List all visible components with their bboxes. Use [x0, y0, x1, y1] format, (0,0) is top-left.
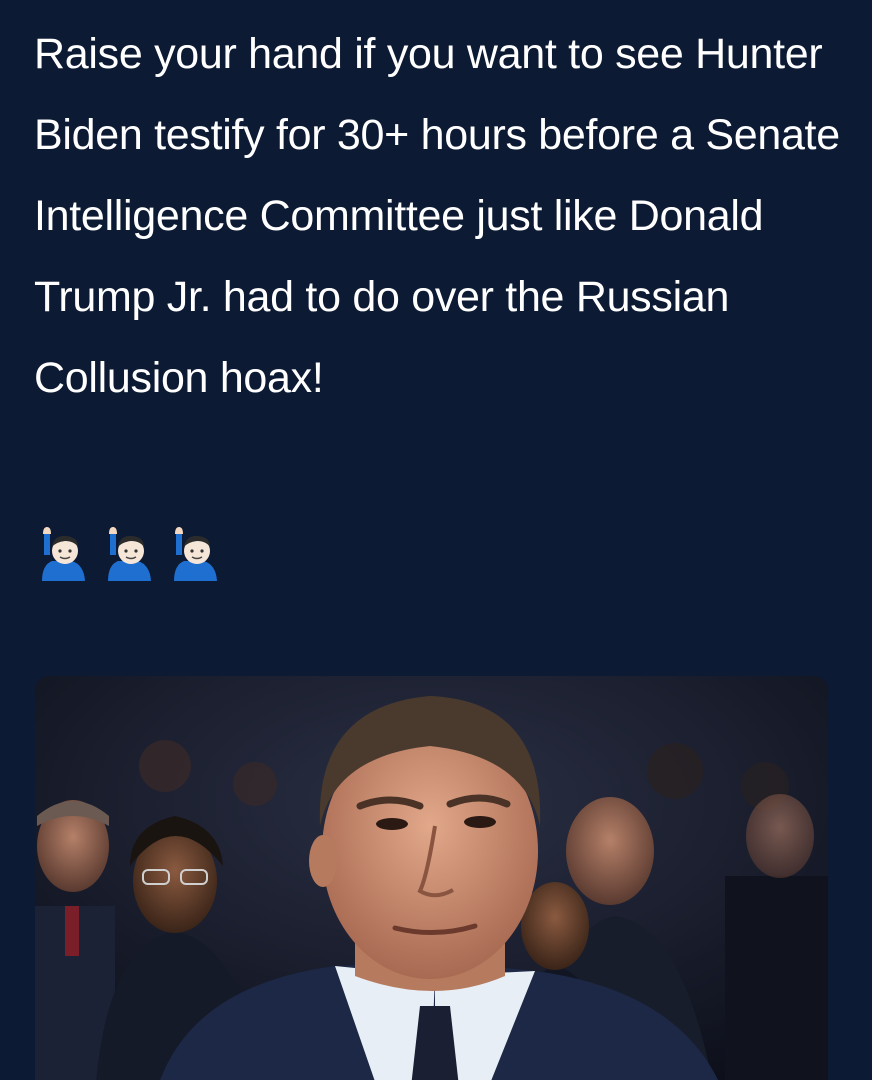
- photo-illustration: [35, 676, 828, 1080]
- person-raising-hand-icon: [174, 527, 217, 581]
- attached-photo[interactable]: [35, 676, 828, 1080]
- emoji-row: [38, 525, 222, 587]
- tweet-text: Raise your hand if you want to see Hunte…: [34, 30, 840, 402]
- person-raising-hand-icon: [42, 527, 85, 581]
- person-raising-hand-icon: [108, 527, 151, 581]
